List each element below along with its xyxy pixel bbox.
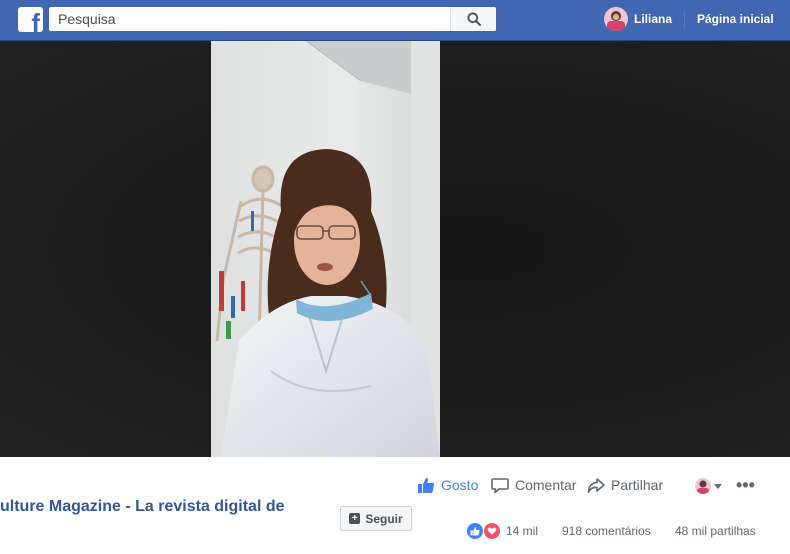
comment-label: Comentar [515,477,577,493]
shares-count[interactable]: 48 mil partilhas [675,524,756,538]
facebook-logo-icon[interactable]: f [18,7,43,32]
nav-divider [684,12,685,28]
thumbs-up-icon [418,477,435,493]
page-title-link[interactable]: ulture Magazine - La revista digital de [0,498,285,516]
reaction-icons[interactable] [466,522,502,540]
share-button[interactable]: Partilhar [587,476,663,494]
share-label: Partilhar [611,477,664,493]
follow-button[interactable]: + Seguir [340,506,412,531]
search-input[interactable] [49,7,449,31]
video-still [211,41,440,457]
comments-count[interactable]: 918 comentários [562,524,651,538]
chevron-down-icon[interactable] [714,484,722,489]
search-icon [467,12,481,26]
more-dots-icon[interactable]: ••• [736,476,755,494]
post-as-avatar[interactable] [695,478,711,494]
user-name-link[interactable]: Liliana [634,12,672,26]
comment-button[interactable]: Comentar [491,476,576,494]
search-bar [49,7,496,31]
like-reaction-icon [466,522,484,540]
video-player[interactable] [0,41,790,457]
video-frame[interactable] [211,41,440,457]
like-button[interactable]: Gosto [417,476,478,494]
like-label: Gosto [441,477,479,493]
love-reaction-icon [483,522,501,540]
home-link[interactable]: Página inicial [697,12,774,26]
post-info-bar: ulture Magazine - La revista digital de … [0,457,790,554]
plus-icon: + [349,513,361,524]
share-arrow-icon [587,478,605,493]
follow-label: Seguir [365,511,403,526]
user-avatar[interactable] [604,7,628,31]
top-navigation-bar: f Liliana Página inicial [0,0,790,41]
search-button[interactable] [450,7,496,31]
comment-bubble-icon [491,478,509,494]
reactions-count[interactable]: 14 mil [506,524,538,538]
logo-letter: f [31,8,40,32]
